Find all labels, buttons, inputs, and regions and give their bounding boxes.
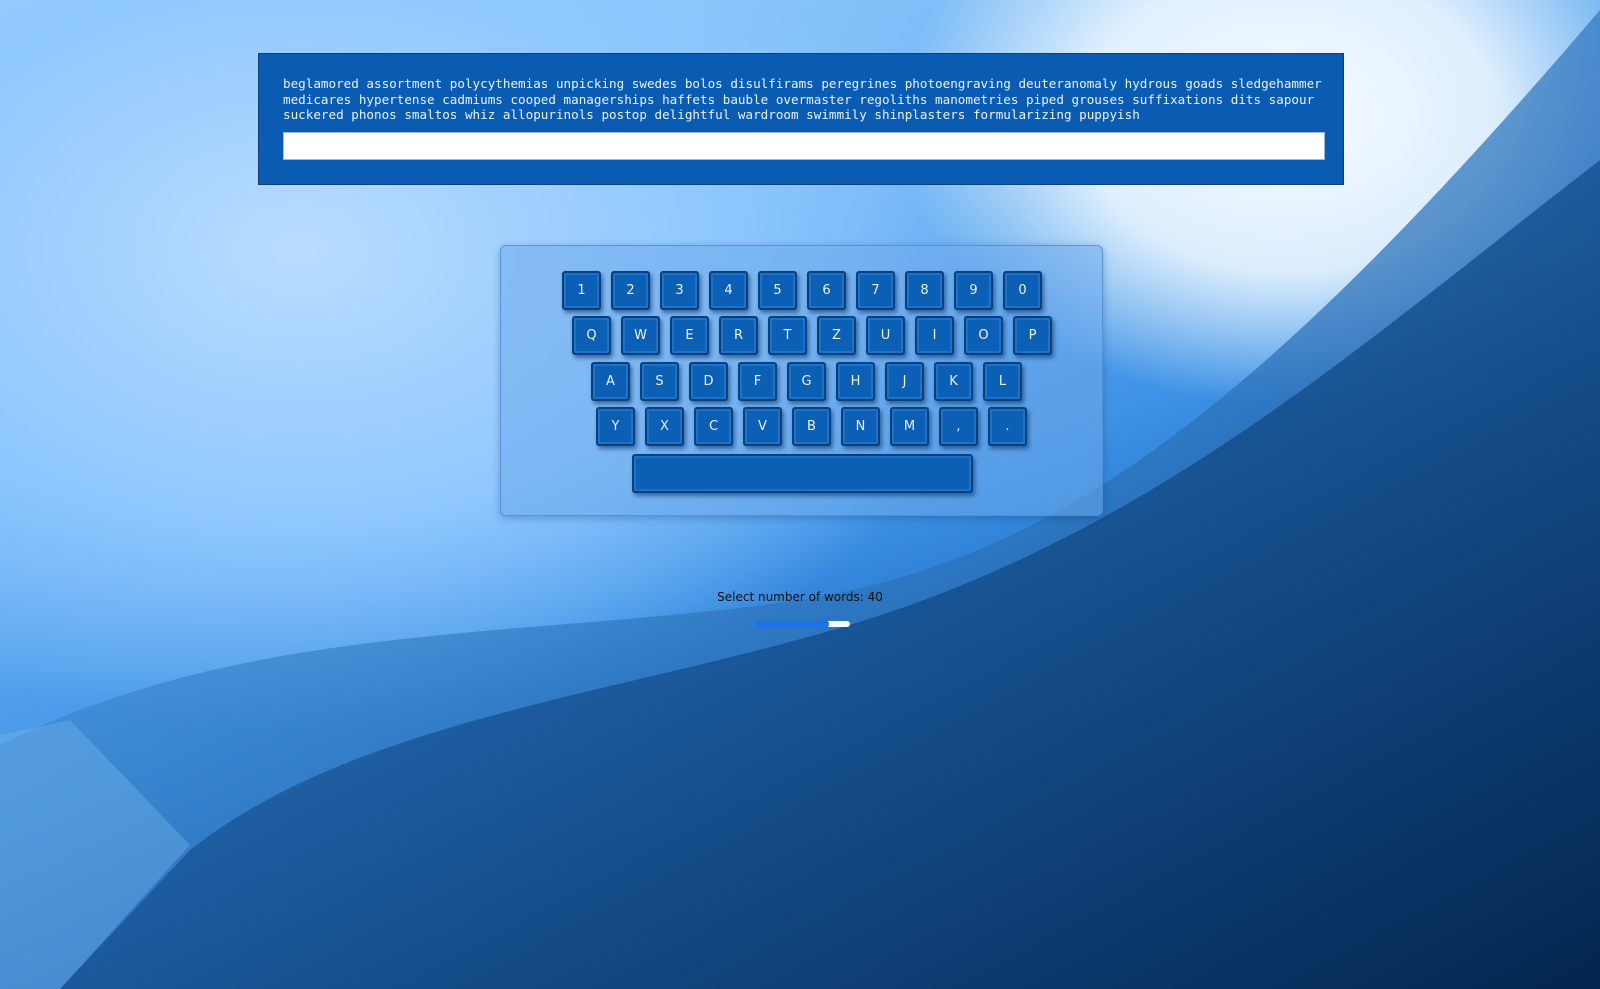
key-m[interactable]: M	[890, 407, 929, 446]
key-7[interactable]: 7	[856, 271, 895, 310]
key-row-top-letters: Q W E R T Z U I O P	[572, 316, 1052, 355]
key-j[interactable]: J	[885, 362, 924, 401]
key-5[interactable]: 5	[758, 271, 797, 310]
key-1[interactable]: 1	[562, 271, 601, 310]
key-w[interactable]: W	[621, 316, 660, 355]
word-count-slider-thumb[interactable]	[819, 619, 829, 629]
key-4[interactable]: 4	[709, 271, 748, 310]
key-g[interactable]: G	[787, 362, 826, 401]
key-l[interactable]: L	[983, 362, 1022, 401]
on-screen-keyboard: 1 2 3 4 5 6 7 8 9 0 Q W E R T Z U I O P …	[500, 245, 1103, 516]
key-s[interactable]: S	[640, 362, 679, 401]
key-k[interactable]: K	[934, 362, 973, 401]
prompt-text: beglamored assortment polycythemias unpi…	[283, 76, 1322, 122]
key-h[interactable]: H	[836, 362, 875, 401]
key-9[interactable]: 9	[954, 271, 993, 310]
key-8[interactable]: 8	[905, 271, 944, 310]
key-p[interactable]: P	[1013, 316, 1052, 355]
key-a[interactable]: A	[591, 362, 630, 401]
key-row-bottom-letters: Y X C V B N M , .	[596, 407, 1027, 446]
key-3[interactable]: 3	[660, 271, 699, 310]
word-count-label: Select number of words: 40	[717, 590, 883, 604]
key-v[interactable]: V	[743, 407, 782, 446]
key-comma[interactable]: ,	[939, 407, 978, 446]
key-f[interactable]: F	[738, 362, 777, 401]
key-row-numbers: 1 2 3 4 5 6 7 8 9 0	[562, 271, 1042, 310]
key-u[interactable]: U	[866, 316, 905, 355]
key-r[interactable]: R	[719, 316, 758, 355]
typing-test-panel: beglamored assortment polycythemias unpi…	[258, 53, 1344, 185]
key-b[interactable]: B	[792, 407, 831, 446]
key-n[interactable]: N	[841, 407, 880, 446]
key-o[interactable]: O	[964, 316, 1003, 355]
word-count-slider[interactable]	[754, 619, 850, 629]
key-q[interactable]: Q	[572, 316, 611, 355]
key-y[interactable]: Y	[596, 407, 635, 446]
key-i[interactable]: I	[915, 316, 954, 355]
key-c[interactable]: C	[694, 407, 733, 446]
key-6[interactable]: 6	[807, 271, 846, 310]
key-space[interactable]	[632, 454, 973, 493]
key-t[interactable]: T	[768, 316, 807, 355]
key-period[interactable]: .	[988, 407, 1027, 446]
key-d[interactable]: D	[689, 362, 728, 401]
key-2[interactable]: 2	[611, 271, 650, 310]
key-e[interactable]: E	[670, 316, 709, 355]
typing-input[interactable]	[283, 132, 1325, 160]
key-z[interactable]: Z	[817, 316, 856, 355]
key-0[interactable]: 0	[1003, 271, 1042, 310]
key-x[interactable]: X	[645, 407, 684, 446]
key-row-home-letters: A S D F G H J K L	[591, 362, 1022, 401]
word-count-slider-fill	[754, 621, 824, 627]
